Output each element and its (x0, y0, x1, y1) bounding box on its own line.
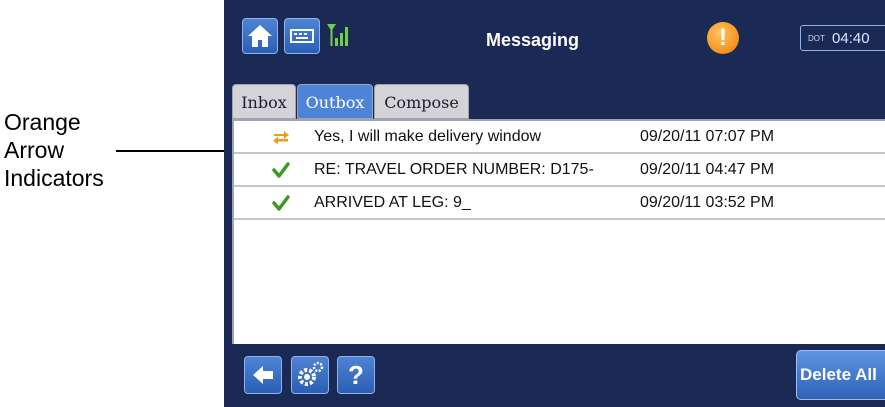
keyboard-icon (290, 29, 314, 43)
tab-inbox[interactable]: Inbox (232, 84, 296, 119)
callout-pointer-line (116, 150, 240, 152)
annotation-callout: Orange Arrow Indicators (4, 108, 104, 192)
alert-icon[interactable]: ! (707, 22, 739, 54)
check-icon (272, 195, 290, 211)
top-bar: Messaging ! DOT 04:40 (224, 0, 885, 84)
bottom-bar: ? Delete All (224, 344, 885, 407)
home-button[interactable] (242, 18, 278, 54)
tab-outbox[interactable]: Outbox (297, 84, 373, 119)
device-screen: Messaging ! DOT 04:40 Inbox Outbox Compo… (224, 0, 885, 407)
check-icon (272, 162, 290, 178)
message-subject: ARRIVED AT LEG: 9_ (314, 194, 471, 211)
message-subject: Yes, I will make delivery window (314, 128, 542, 145)
annotation-line-1: Orange (4, 109, 81, 135)
message-date: 09/20/11 03:52 PM (640, 194, 775, 211)
annotation-line-3: Indicators (4, 165, 104, 191)
clock-display: DOT 04:40 (800, 25, 885, 51)
home-icon (248, 25, 272, 47)
orange-arrow-icon (273, 131, 289, 145)
gear-icon (298, 361, 324, 386)
settings-button[interactable] (291, 356, 329, 394)
signal-icon (327, 24, 348, 46)
delete-all-button[interactable]: Delete All (796, 350, 885, 400)
clock-time: 04:40 (832, 30, 870, 47)
keyboard-button[interactable] (284, 18, 320, 54)
annotation-line-2: Arrow (4, 137, 65, 163)
help-button[interactable]: ? (337, 356, 375, 394)
message-list: Yes, I will make delivery window 09/20/1… (232, 119, 885, 344)
back-arrow-icon (253, 366, 273, 384)
message-row[interactable]: ARRIVED AT LEG: 9_ 09/20/11 03:52 PM (234, 187, 885, 220)
message-row[interactable]: Yes, I will make delivery window 09/20/1… (234, 121, 885, 154)
clock-status: DOT (808, 34, 825, 43)
message-subject: RE: TRAVEL ORDER NUMBER: D175- (314, 161, 594, 178)
message-row[interactable]: RE: TRAVEL ORDER NUMBER: D175- 09/20/11 … (234, 154, 885, 187)
back-button[interactable] (244, 356, 282, 394)
message-date: 09/20/11 07:07 PM (640, 128, 775, 145)
tab-compose[interactable]: Compose (374, 84, 469, 119)
message-date: 09/20/11 04:47 PM (640, 161, 775, 178)
page-title: Messaging (486, 30, 580, 50)
